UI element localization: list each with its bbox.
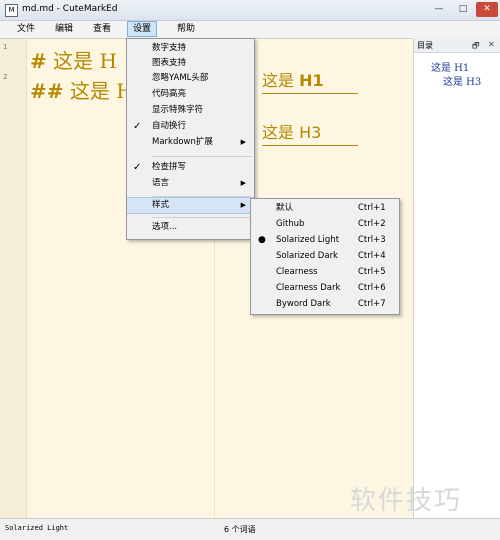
menu-option-style[interactable]: 样式 ▶ [127, 197, 254, 214]
float-panel-icon[interactable]: 🗗 [472, 40, 480, 54]
status-style-name: Solarized Light [5, 524, 69, 532]
menu-edit[interactable]: 编辑 [50, 22, 78, 36]
menu-separator [151, 217, 251, 218]
menu-option-math[interactable]: 数字支持 [127, 41, 254, 56]
toc-header: 目录 🗗 ✕ [414, 38, 500, 53]
style-option-solarized-light[interactable]: ● Solarized Light Ctrl+3 [251, 233, 399, 248]
menu-option-code-highlight[interactable]: 代码高亮 [127, 87, 254, 102]
preview-h1: 这是 H1 [262, 67, 358, 94]
heading-text: 这是 H [69, 79, 134, 103]
watermark-text: 软件技巧 [350, 486, 463, 516]
minimize-button[interactable]: — [428, 2, 450, 17]
status-word-count: 6 个词语 [224, 525, 256, 534]
editor-line[interactable]: ## 这是 H [30, 75, 134, 104]
toc-panel: 目录 🗗 ✕ 这是 H1 这是 H3 [413, 38, 500, 518]
menu-option-special-chars[interactable]: 显示特殊字符 [127, 103, 254, 118]
maximize-button[interactable]: □ [452, 2, 474, 17]
menu-option-markdown-ext[interactable]: Markdown扩展 ▶ [127, 135, 254, 150]
style-option-solarized-dark[interactable]: Solarized Dark Ctrl+4 [251, 249, 399, 264]
editor-line[interactable]: # 这是 H [30, 45, 117, 74]
submenu-arrow-icon: ▶ [240, 138, 246, 146]
menu-option-options[interactable]: 选项... [127, 220, 254, 235]
menu-separator [151, 156, 251, 157]
close-panel-icon[interactable]: ✕ [488, 40, 495, 49]
status-bar: Solarized Light 6 个词语 [0, 518, 500, 540]
settings-dropdown: 数字支持 图表支持 忽略YAML头部 代码高亮 显示特殊字符 ✓ 自动换行 Ma… [126, 38, 255, 240]
toc-entry[interactable]: 这是 H1 [431, 59, 469, 74]
radio-selected-icon: ● [258, 235, 266, 245]
menu-view[interactable]: 查看 [88, 22, 116, 36]
line-number: 2 [3, 73, 8, 81]
menu-option-yaml[interactable]: 忽略YAML头部 [127, 71, 254, 86]
app-window: M md.md - CuteMarkEd — □ ✕ 文件 编辑 查看 设置 帮… [0, 0, 500, 540]
line-number-gutter: 1 2 [0, 39, 27, 519]
style-option-clearness-dark[interactable]: Clearness Dark Ctrl+6 [251, 281, 399, 296]
style-option-github[interactable]: Github Ctrl+2 [251, 217, 399, 232]
menu-help[interactable]: 帮助 [172, 22, 200, 36]
title-bar: M md.md - CuteMarkEd — □ ✕ [0, 0, 500, 21]
heading-text: 这是 H [53, 49, 117, 73]
heading-marker: ## [30, 79, 64, 103]
window-title: md.md - CuteMarkEd [22, 4, 118, 14]
line-number: 1 [3, 43, 8, 51]
style-option-default[interactable]: 默认 Ctrl+1 [251, 201, 399, 216]
menu-option-word-wrap[interactable]: ✓ 自动换行 [127, 119, 254, 134]
style-option-clearness[interactable]: Clearness Ctrl+5 [251, 265, 399, 280]
toc-entry[interactable]: 这是 H3 [443, 73, 481, 88]
menu-option-spellcheck[interactable]: ✓ 检查拼写 [127, 160, 254, 175]
submenu-arrow-icon: ▶ [240, 179, 246, 187]
check-icon: ✓ [133, 121, 142, 132]
close-button[interactable]: ✕ [476, 2, 498, 17]
menu-settings[interactable]: 设置 [127, 21, 158, 37]
menu-file[interactable]: 文件 [12, 22, 40, 36]
menu-option-diagram[interactable]: 图表支持 [127, 56, 254, 71]
menu-bar: 文件 编辑 查看 设置 帮助 [0, 21, 500, 37]
menu-option-language[interactable]: 语言 ▶ [127, 176, 254, 191]
heading-marker: # [30, 49, 47, 73]
submenu-arrow-icon: ▶ [240, 201, 246, 209]
app-icon: M [5, 4, 18, 17]
style-option-byword-dark[interactable]: Byword Dark Ctrl+7 [251, 297, 399, 312]
check-icon: ✓ [133, 162, 142, 173]
style-submenu: 默认 Ctrl+1 Github Ctrl+2 ● Solarized Ligh… [250, 198, 400, 315]
preview-h3: 这是 H3 [262, 119, 358, 146]
toc-title: 目录 [417, 41, 433, 50]
